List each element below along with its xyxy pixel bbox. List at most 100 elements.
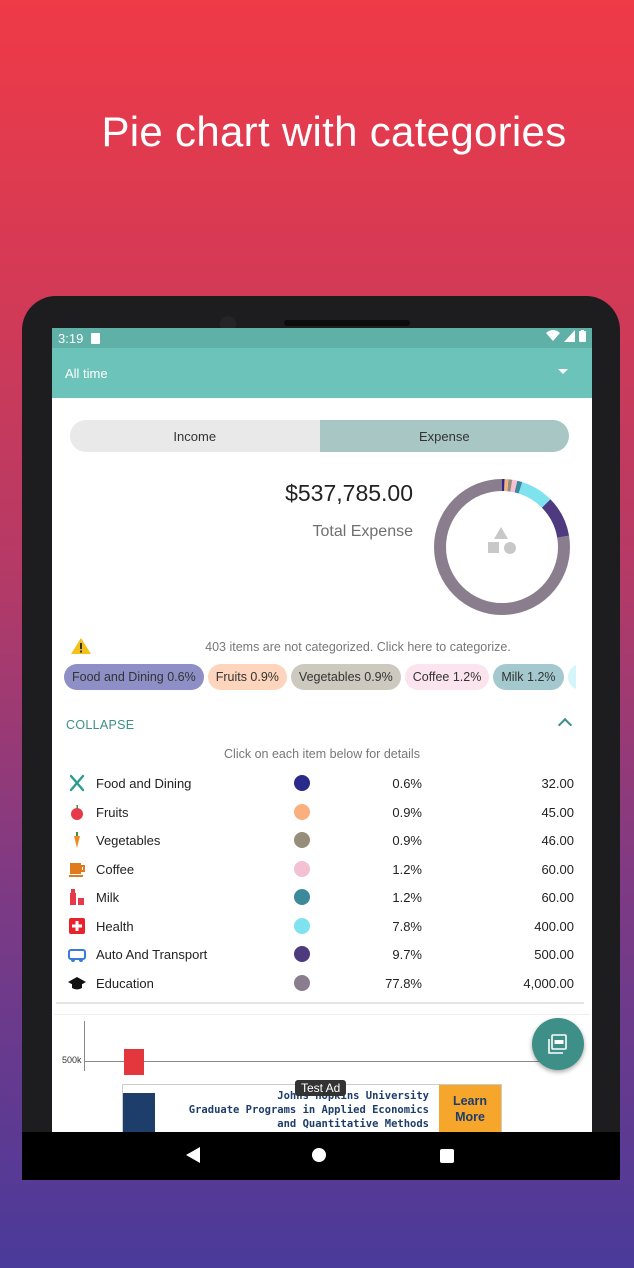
- ad-cta-line-1: Learn: [452, 1094, 488, 1108]
- chevron-up-icon: [557, 717, 573, 733]
- category-percent: 9.7%: [392, 947, 422, 962]
- back-icon[interactable]: [186, 1147, 200, 1163]
- expense-donut-chart[interactable]: [432, 477, 572, 617]
- status-time: 3:19: [58, 330, 84, 346]
- category-amount: 32.00: [541, 776, 574, 791]
- category-row[interactable]: Food and Dining 0.6% 32.00: [66, 769, 574, 798]
- medical-cross-icon: [68, 917, 86, 935]
- category-percent: 0.9%: [392, 804, 422, 820]
- app-screen: 3:19 All time Income Expense $537,785.00…: [52, 328, 592, 1132]
- category-name: Milk: [96, 890, 120, 905]
- category-chip[interactable]: He: [567, 664, 576, 690]
- category-color-dot: [294, 917, 310, 934]
- tablet-frame: 3:19 All time Income Expense $537,785.00…: [22, 296, 620, 1180]
- category-name: Education: [96, 975, 154, 991]
- category-row[interactable]: Fruits 0.9% 45.00: [66, 798, 574, 827]
- sd-card-icon: [91, 332, 101, 344]
- status-bar: 3:19: [52, 328, 592, 348]
- category-color-dot: [294, 889, 310, 905]
- category-chips: Food and Dining 0.6% Fruits 0.9% Vegetable…: [64, 664, 576, 694]
- category-name: Food and Dining: [96, 776, 192, 791]
- category-amount: 500.00: [534, 947, 574, 962]
- test-ad-badge: Test Ad: [295, 1080, 347, 1096]
- category-percent: 1.2%: [392, 861, 422, 877]
- tab-income[interactable]: Income: [70, 420, 320, 452]
- category-percent: 1.2%: [392, 890, 422, 905]
- category-color-dot: [294, 775, 310, 791]
- category-percent: 0.9%: [392, 833, 422, 848]
- category-amount: 60.00: [541, 890, 574, 905]
- carrot-icon: [68, 831, 86, 849]
- category-chip[interactable]: Milk 1.2%: [493, 664, 564, 690]
- category-row[interactable]: Auto And Transport 9.7% 500.00: [66, 940, 574, 969]
- university-logo-icon: [123, 1093, 155, 1132]
- signal-icon: [564, 330, 575, 342]
- category-row[interactable]: Coffee 1.2% 60.00: [66, 855, 574, 884]
- speaker-grille: [284, 320, 410, 326]
- total-expense-amount: $537,785.00: [285, 480, 413, 506]
- category-name: Coffee: [96, 861, 135, 877]
- bar-chart-y-axis: [84, 1021, 85, 1071]
- coffee-cup-icon: [68, 860, 86, 878]
- category-chip[interactable]: Food and Dining 0.6%: [64, 664, 204, 690]
- collapse-toggle[interactable]: COLLAPSE: [66, 716, 573, 736]
- category-percent: 7.8%: [392, 918, 422, 934]
- details-hint: Click on each item below for details: [224, 747, 420, 761]
- category-color-dot: [294, 803, 310, 820]
- category-row[interactable]: Health 7.8% 400.00: [66, 912, 574, 941]
- category-row[interactable]: Milk 1.2% 60.00: [66, 883, 574, 912]
- apple-icon: [68, 803, 86, 821]
- export-pdf-button[interactable]: [532, 1018, 584, 1070]
- category-chip[interactable]: Coffee 1.2%: [404, 664, 490, 690]
- home-icon[interactable]: [312, 1148, 326, 1162]
- milk-bottle-icon: [68, 888, 86, 906]
- category-table: Food and Dining 0.6% 32.00 Fruits 0.9% 45.00 V…: [66, 769, 574, 997]
- category-row[interactable]: Vegetables 0.9% 46.00: [66, 826, 574, 855]
- recents-icon[interactable]: [440, 1149, 454, 1163]
- category-percent: 0.6%: [392, 776, 422, 791]
- period-label: All time: [65, 365, 108, 381]
- dropdown-arrow-icon[interactable]: [558, 369, 568, 374]
- uncategorized-notice[interactable]: 403 items are not categorized. Click her…: [148, 640, 568, 654]
- period-selector[interactable]: All time: [52, 348, 592, 398]
- category-chip[interactable]: Vegetables 0.9%: [290, 664, 401, 690]
- category-amount: 400.00: [534, 918, 574, 934]
- category-color-dot: [294, 860, 310, 877]
- total-expense-label: Total Expense: [312, 523, 413, 540]
- category-color-dot: [294, 974, 310, 991]
- category-amount: 45.00: [541, 804, 574, 820]
- battery-icon: [579, 330, 586, 342]
- pdf-icon: [548, 1034, 567, 1054]
- ad-learn-more-button[interactable]: Learn More: [439, 1085, 501, 1132]
- bar-chart-gridline: [84, 1061, 554, 1062]
- category-name: Vegetables: [96, 833, 161, 848]
- category-name: Health: [96, 918, 134, 934]
- graduation-cap-icon: [68, 974, 86, 992]
- income-expense-toggle: Income Expense: [70, 420, 569, 452]
- bar-chart-card: 500k: [54, 1014, 590, 1077]
- category-percent: 77.8%: [385, 975, 422, 991]
- bar-chart-bar[interactable]: [124, 1049, 144, 1075]
- category-amount: 4,000.00: [523, 975, 574, 991]
- category-name: Fruits: [96, 804, 129, 820]
- shapes-icon: [488, 527, 516, 554]
- category-color-dot: [294, 946, 310, 962]
- category-row[interactable]: Education 77.8% 4,000.00: [66, 969, 574, 998]
- ad-line-3: and Quantitative Methods: [277, 1118, 429, 1130]
- warning-icon: [71, 638, 91, 654]
- category-color-dot: [294, 832, 310, 848]
- fork-knife-icon: [68, 774, 86, 792]
- category-name: Auto And Transport: [96, 947, 208, 962]
- category-amount: 60.00: [541, 861, 574, 877]
- ad-cta-line-2: More: [455, 1110, 485, 1124]
- tab-expense[interactable]: Expense: [319, 420, 569, 452]
- category-chip[interactable]: Fruits 0.9%: [207, 664, 287, 690]
- collapse-label: COLLAPSE: [66, 718, 135, 732]
- promo-title: Pie chart with categories: [101, 108, 567, 155]
- navigation-bar: [22, 1132, 620, 1180]
- wifi-icon: [546, 330, 560, 341]
- category-amount: 46.00: [541, 833, 574, 848]
- bar-chart-y-label: 500k: [62, 1055, 82, 1065]
- card-divider: [56, 1002, 584, 1004]
- ad-line-2: Graduate Programs in Applied Economics: [188, 1104, 429, 1116]
